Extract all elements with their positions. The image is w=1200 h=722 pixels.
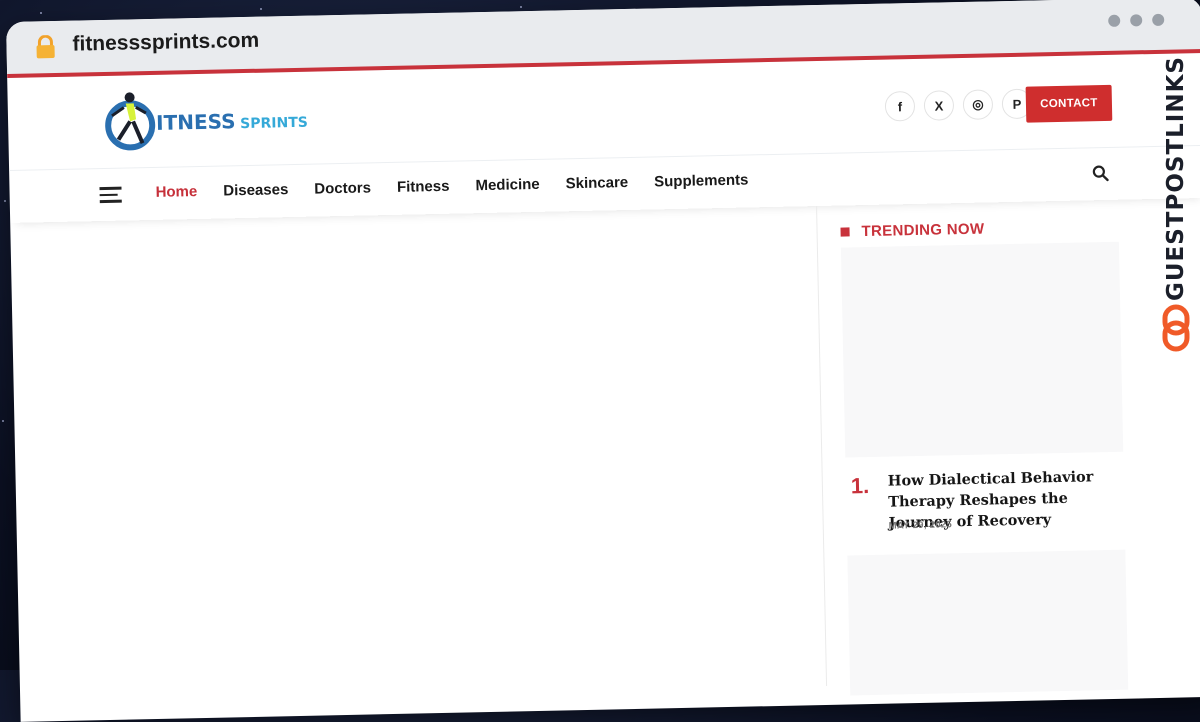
url-text[interactable]: fitnesssprints.com: [72, 29, 259, 57]
window-controls: [1108, 13, 1165, 27]
nav-item-home[interactable]: Home: [155, 183, 197, 201]
site-logo[interactable]: ITNESS SPRINTS: [99, 81, 320, 156]
article-rank: 1.: [850, 473, 870, 499]
nav-item-medicine[interactable]: Medicine: [475, 176, 540, 194]
svg-text:ITNESS: ITNESS: [156, 109, 236, 135]
watermark-text: GUESTPOSTLINKS: [1163, 56, 1189, 302]
trending-square-icon: [840, 227, 850, 237]
nav-item-skincare[interactable]: Skincare: [565, 174, 628, 192]
watermark: GUESTPOSTLINKS: [1156, 56, 1196, 356]
article-thumbnail[interactable]: [847, 549, 1129, 696]
browser-window: fitnesssprints.com ITNESS SPRINTS f X ◎ …: [6, 0, 1200, 722]
nav-item-diseases[interactable]: Diseases: [223, 181, 288, 199]
window-dot-icon[interactable]: [1152, 13, 1165, 26]
article-thumbnail[interactable]: [840, 241, 1124, 458]
nav-item-supplements[interactable]: Supplements: [654, 171, 749, 190]
nav-item-fitness[interactable]: Fitness: [397, 178, 450, 196]
x-twitter-icon[interactable]: X: [923, 90, 955, 121]
chain-link-icon: [1162, 304, 1190, 352]
contact-button[interactable]: CONTACT: [1025, 84, 1113, 123]
search-icon[interactable]: [1091, 164, 1109, 182]
article-date: MAY 29, 2025: [888, 519, 953, 532]
svg-text:SPRINTS: SPRINTS: [240, 115, 308, 132]
facebook-icon[interactable]: f: [884, 90, 916, 122]
window-dot-icon[interactable]: [1130, 14, 1143, 27]
main-content: TRENDING NOW 1. How Dialectical Behavior…: [10, 198, 1200, 703]
menu-icon[interactable]: [99, 186, 122, 203]
lock-icon: [36, 34, 55, 59]
sidebar-divider: [816, 206, 828, 686]
trending-title: TRENDING NOW: [861, 220, 985, 241]
nav-item-doctors[interactable]: Doctors: [314, 179, 371, 197]
instagram-icon[interactable]: ◎: [962, 89, 994, 120]
nav-menu: Home Diseases Doctors Fitness Medicine S…: [155, 171, 774, 201]
window-dot-icon[interactable]: [1108, 14, 1121, 27]
trending-header: TRENDING NOW: [840, 221, 984, 241]
social-links: f X ◎ P: [884, 88, 1033, 122]
